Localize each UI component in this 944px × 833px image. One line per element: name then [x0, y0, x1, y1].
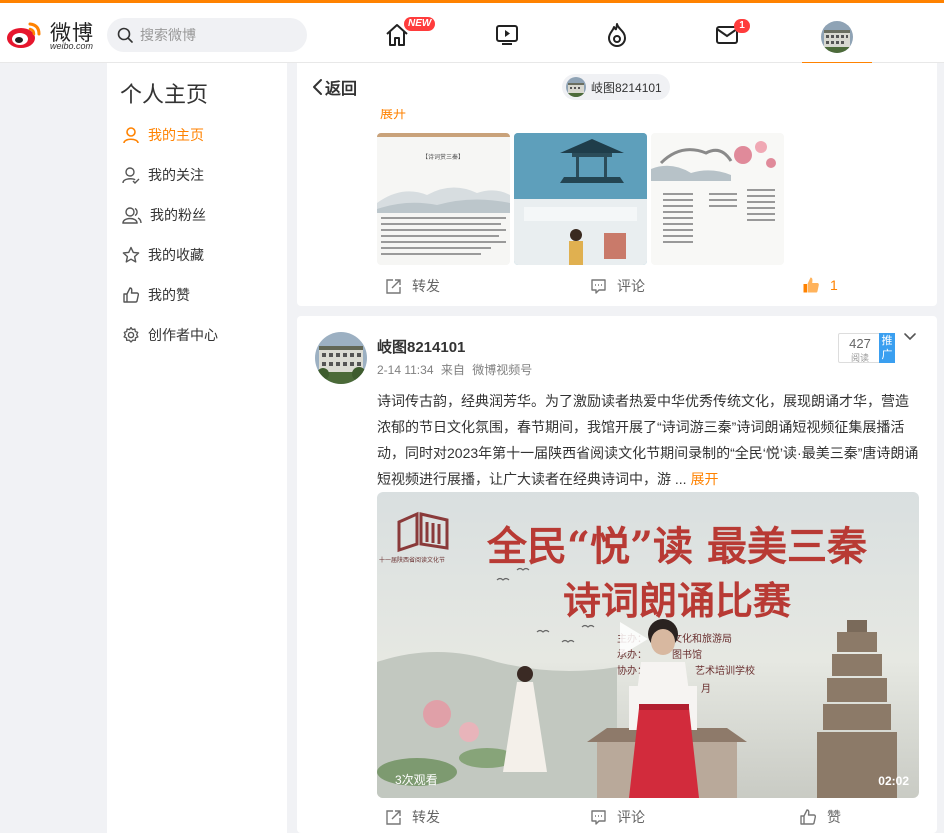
- video-duration: 02:02: [878, 774, 909, 788]
- post-image-3[interactable]: [651, 133, 784, 265]
- author-avatar[interactable]: [315, 332, 367, 384]
- post-source-prefix: 来自: [440, 363, 465, 377]
- sidebar-item-label: 我的关注: [148, 167, 204, 183]
- read-count-box: 427 阅读 推广: [838, 333, 895, 363]
- thumb-up-icon: [800, 809, 817, 825]
- people-icon: [122, 207, 142, 224]
- sidebar-item-my-home[interactable]: 我的主页: [122, 123, 204, 147]
- video-icon: [496, 25, 518, 45]
- post-actions: 转发 评论 赞: [297, 802, 937, 832]
- like-button[interactable]: 赞: [799, 807, 841, 827]
- sidebar-item-label: 我的主页: [148, 127, 204, 143]
- video-player[interactable]: 十一届陕西省阅读文化节 全民“悦”读 最美三秦 诗词朗诵比赛 主办： 文化和旅游…: [377, 492, 919, 798]
- like-count: 1: [830, 277, 838, 293]
- star-icon: [122, 246, 140, 263]
- post-actions: 转发 评论 1: [297, 271, 937, 301]
- post-meta: 2-14 11:34 来自 微博视频号: [377, 361, 536, 378]
- back-button[interactable]: 返回: [311, 75, 357, 99]
- back-label: 返回: [325, 81, 358, 98]
- svg-text:文化和旅游局: 文化和旅游局: [672, 632, 732, 645]
- user-pill[interactable]: 岐图8214101: [562, 74, 670, 100]
- sidebar-item-likes[interactable]: 我的赞: [122, 283, 190, 307]
- sidebar-item-label: 我的赞: [148, 287, 190, 303]
- person-icon: [123, 127, 139, 144]
- like-button[interactable]: 1: [802, 276, 838, 294]
- read-count-label: 阅读: [850, 353, 869, 363]
- sidebar: 个人主页 我的主页 我的关注 我的粉丝 我的收藏 我的赞 创作者中心: [107, 63, 287, 833]
- user-pill-name: 岐图8214101: [591, 80, 662, 95]
- svg-text:月: 月: [701, 683, 711, 695]
- view-count: 3次观看: [395, 773, 438, 787]
- thumb-up-filled-icon: [803, 277, 819, 293]
- post-card: 岐图8214101 2-14 11:34 来自 微博视频号 427 阅读 推广 …: [297, 316, 937, 833]
- person-check-icon: [122, 167, 140, 184]
- flame-icon: [608, 23, 626, 47]
- expand-link[interactable]: 展开: [690, 471, 718, 487]
- like-label: 赞: [827, 809, 841, 825]
- logo-domain: weibo.com: [50, 41, 94, 51]
- weibo-eye-icon: [7, 22, 41, 48]
- repost-button[interactable]: 转发: [385, 276, 440, 296]
- comment-icon: [591, 278, 606, 294]
- repost-label: 转发: [412, 809, 440, 825]
- svg-text:图书馆: 图书馆: [672, 648, 702, 661]
- message-count-badge: 1: [734, 19, 750, 33]
- sidebar-item-favorites[interactable]: 我的收藏: [122, 243, 204, 267]
- poem-page-image: 【诗词赏三秦】: [377, 133, 510, 265]
- post-text: 诗词传古韵，经典润芳华。为了激励读者热爱中华优秀传统文化，展现朗诵才华，营造浓郁…: [377, 388, 922, 492]
- new-badge: NEW: [404, 17, 436, 31]
- profile-avatar[interactable]: [821, 21, 853, 53]
- painting-poem-image: [651, 133, 784, 265]
- sidebar-item-label: 我的收藏: [148, 247, 204, 263]
- nav-hot[interactable]: [603, 21, 631, 49]
- repost-button[interactable]: 转发: [385, 807, 440, 827]
- post-image-2[interactable]: [514, 133, 647, 265]
- search-icon: [117, 27, 133, 43]
- search-box[interactable]: [107, 18, 307, 52]
- post-source[interactable]: 微博视频号: [472, 363, 532, 377]
- pavilion-poster-image: [514, 133, 647, 265]
- building-photo-icon: [566, 77, 586, 97]
- building-photo-icon: [315, 332, 367, 384]
- svg-text:艺术培训学校: 艺术培训学校: [695, 664, 755, 677]
- thumb-up-icon: [123, 287, 140, 303]
- sidebar-title: 个人主页: [120, 82, 209, 107]
- svg-text:诗词朗诵比赛: 诗词朗诵比赛: [563, 578, 792, 623]
- chevron-down-icon[interactable]: [903, 332, 917, 342]
- svg-text:十一届陕西省阅读文化节: 十一届陕西省阅读文化节: [379, 556, 445, 564]
- repost-icon: [386, 278, 401, 294]
- sidebar-item-fans[interactable]: 我的粉丝: [122, 203, 206, 227]
- video-thumbnail: 十一届陕西省阅读文化节 全民“悦”读 最美三秦 诗词朗诵比赛 主办： 文化和旅游…: [377, 492, 919, 798]
- repost-icon: [386, 809, 401, 825]
- user-mini-avatar: [566, 77, 586, 97]
- comment-label: 评论: [617, 278, 645, 294]
- sidebar-item-following[interactable]: 我的关注: [122, 163, 204, 187]
- comment-button[interactable]: 评论: [590, 807, 645, 827]
- play-icon[interactable]: [620, 622, 648, 656]
- top-nav-bar: 微博 weibo.com NEW 1: [0, 0, 944, 65]
- svg-text:全民“悦”读 最美三秦: 全民“悦”读 最美三秦: [486, 523, 867, 570]
- comment-icon: [591, 809, 606, 825]
- gear-icon: [123, 326, 139, 343]
- chevron-left-icon: [313, 79, 322, 95]
- sidebar-item-creator-center[interactable]: 创作者中心: [122, 323, 218, 347]
- svg-text:【诗词赏三秦】: 【诗词赏三秦】: [422, 153, 464, 161]
- read-count: 427: [849, 336, 871, 351]
- post-body: 诗词传古韵，经典润芳华。为了激励读者热爱中华优秀传统文化，展现朗诵才华，营造浓郁…: [377, 393, 919, 487]
- author-name[interactable]: 岐图8214101: [377, 336, 465, 357]
- comment-label: 评论: [617, 809, 645, 825]
- building-photo-icon: [821, 21, 853, 53]
- nav-video[interactable]: [493, 21, 521, 49]
- weibo-logo[interactable]: 微博 weibo.com: [6, 15, 96, 55]
- comment-button[interactable]: 评论: [590, 276, 645, 296]
- sidebar-item-label: 创作者中心: [148, 327, 218, 343]
- sidebar-item-label: 我的粉丝: [150, 207, 206, 223]
- post-image-1[interactable]: 【诗词赏三秦】: [377, 133, 510, 265]
- repost-label: 转发: [412, 278, 440, 294]
- post-time[interactable]: 2-14 11:34: [377, 363, 434, 377]
- search-input[interactable]: [140, 18, 300, 52]
- promote-button[interactable]: 推广: [879, 333, 895, 363]
- sticky-back-bar: 返回 岐图8214101: [297, 63, 937, 109]
